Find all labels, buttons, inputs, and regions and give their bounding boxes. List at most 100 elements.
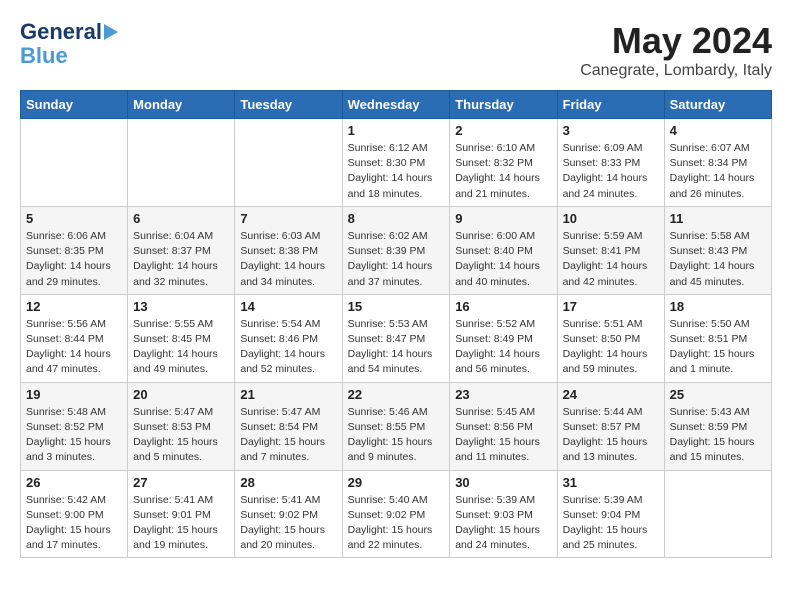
day-info: Sunrise: 5:46 AM Sunset: 8:55 PM Dayligh… <box>348 405 445 466</box>
day-info: Sunrise: 6:06 AM Sunset: 8:35 PM Dayligh… <box>26 229 122 290</box>
calendar-cell: 5 Sunrise: 6:06 AM Sunset: 8:35 PM Daylig… <box>21 206 128 294</box>
day-info: Sunrise: 6:09 AM Sunset: 8:33 PM Dayligh… <box>563 141 659 202</box>
day-number: 13 <box>133 299 229 314</box>
calendar-week-row: 26 Sunrise: 5:42 AM Sunset: 9:00 PM Dayli… <box>21 470 772 558</box>
calendar-table: SundayMondayTuesdayWednesdayThursdayFrid… <box>20 90 772 558</box>
day-info: Sunrise: 5:45 AM Sunset: 8:56 PM Dayligh… <box>455 405 551 466</box>
day-number: 26 <box>26 475 122 490</box>
day-number: 2 <box>455 123 551 138</box>
day-number: 21 <box>240 387 336 402</box>
calendar-cell: 19 Sunrise: 5:48 AM Sunset: 8:52 PM Dayli… <box>21 382 128 470</box>
day-info: Sunrise: 6:07 AM Sunset: 8:34 PM Dayligh… <box>670 141 766 202</box>
title-area: May 2024 Canegrate, Lombardy, Italy <box>580 20 772 80</box>
calendar-cell: 28Sunrise: 5:41 AM Sunset: 9:02 PM Dayli… <box>235 470 342 558</box>
calendar-cell: 12 Sunrise: 5:56 AM Sunset: 8:44 PM Dayli… <box>21 294 128 382</box>
column-header-monday: Monday <box>128 91 235 119</box>
calendar-cell: 23 Sunrise: 5:45 AM Sunset: 8:56 PM Dayli… <box>450 382 557 470</box>
day-info: Sunrise: 5:50 AM Sunset: 8:51 PM Dayligh… <box>670 317 766 378</box>
day-info: Sunrise: 6:10 AM Sunset: 8:32 PM Dayligh… <box>455 141 551 202</box>
day-number: 9 <box>455 211 551 226</box>
logo: General Blue <box>20 20 118 68</box>
day-number: 22 <box>348 387 445 402</box>
calendar-week-row: 5 Sunrise: 6:06 AM Sunset: 8:35 PM Daylig… <box>21 206 772 294</box>
location-subtitle: Canegrate, Lombardy, Italy <box>580 62 772 80</box>
day-info: Sunrise: 5:44 AM Sunset: 8:57 PM Dayligh… <box>563 405 659 466</box>
day-number: 18 <box>670 299 766 314</box>
column-header-thursday: Thursday <box>450 91 557 119</box>
calendar-cell: 8 Sunrise: 6:02 AM Sunset: 8:39 PM Daylig… <box>342 206 450 294</box>
day-info: Sunrise: 5:47 AM Sunset: 8:53 PM Dayligh… <box>133 405 229 466</box>
day-info: Sunrise: 6:00 AM Sunset: 8:40 PM Dayligh… <box>455 229 551 290</box>
calendar-cell: 29 Sunrise: 5:40 AM Sunset: 9:02 PM Dayli… <box>342 470 450 558</box>
day-number: 8 <box>348 211 445 226</box>
calendar-cell: 9 Sunrise: 6:00 AM Sunset: 8:40 PM Daylig… <box>450 206 557 294</box>
day-info: Sunrise: 5:39 AM Sunset: 9:04 PM Dayligh… <box>563 493 659 554</box>
calendar-cell: 20 Sunrise: 5:47 AM Sunset: 8:53 PM Dayli… <box>128 382 235 470</box>
calendar-cell: 25 Sunrise: 5:43 AM Sunset: 8:59 PM Dayli… <box>664 382 771 470</box>
day-info: Sunrise: 5:42 AM Sunset: 9:00 PM Dayligh… <box>26 493 122 554</box>
calendar-cell <box>664 470 771 558</box>
day-info: Sunrise: 5:55 AM Sunset: 8:45 PM Dayligh… <box>133 317 229 378</box>
column-header-saturday: Saturday <box>664 91 771 119</box>
day-number: 12 <box>26 299 122 314</box>
day-info: Sunrise: 5:52 AM Sunset: 8:49 PM Dayligh… <box>455 317 551 378</box>
column-header-sunday: Sunday <box>21 91 128 119</box>
day-info: Sunrise: 5:56 AM Sunset: 8:44 PM Dayligh… <box>26 317 122 378</box>
page-header: General Blue May 2024 Canegrate, Lombard… <box>20 20 772 80</box>
logo-text-blue: Blue <box>20 44 68 68</box>
day-number: 4 <box>670 123 766 138</box>
calendar-week-row: 19 Sunrise: 5:48 AM Sunset: 8:52 PM Dayli… <box>21 382 772 470</box>
day-number: 1 <box>348 123 445 138</box>
day-number: 3 <box>563 123 659 138</box>
calendar-cell: 13 Sunrise: 5:55 AM Sunset: 8:45 PM Dayli… <box>128 294 235 382</box>
calendar-week-row: 1Sunrise: 6:12 AM Sunset: 8:30 PM Daylig… <box>21 119 772 207</box>
calendar-cell <box>128 119 235 207</box>
day-number: 24 <box>563 387 659 402</box>
calendar-cell: 1Sunrise: 6:12 AM Sunset: 8:30 PM Daylig… <box>342 119 450 207</box>
day-number: 11 <box>670 211 766 226</box>
day-info: Sunrise: 5:39 AM Sunset: 9:03 PM Dayligh… <box>455 493 551 554</box>
day-number: 29 <box>348 475 445 490</box>
day-number: 28 <box>240 475 336 490</box>
column-header-tuesday: Tuesday <box>235 91 342 119</box>
day-number: 27 <box>133 475 229 490</box>
calendar-cell: 26 Sunrise: 5:42 AM Sunset: 9:00 PM Dayli… <box>21 470 128 558</box>
day-info: Sunrise: 6:02 AM Sunset: 8:39 PM Dayligh… <box>348 229 445 290</box>
day-info: Sunrise: 5:54 AM Sunset: 8:46 PM Dayligh… <box>240 317 336 378</box>
calendar-cell: 22 Sunrise: 5:46 AM Sunset: 8:55 PM Dayli… <box>342 382 450 470</box>
calendar-cell <box>21 119 128 207</box>
day-number: 5 <box>26 211 122 226</box>
calendar-header-row: SundayMondayTuesdayWednesdayThursdayFrid… <box>21 91 772 119</box>
day-number: 15 <box>348 299 445 314</box>
calendar-cell: 14 Sunrise: 5:54 AM Sunset: 8:46 PM Dayli… <box>235 294 342 382</box>
day-info: Sunrise: 5:43 AM Sunset: 8:59 PM Dayligh… <box>670 405 766 466</box>
day-number: 20 <box>133 387 229 402</box>
calendar-cell: 2 Sunrise: 6:10 AM Sunset: 8:32 PM Daylig… <box>450 119 557 207</box>
calendar-cell: 3 Sunrise: 6:09 AM Sunset: 8:33 PM Daylig… <box>557 119 664 207</box>
day-number: 31 <box>563 475 659 490</box>
column-header-friday: Friday <box>557 91 664 119</box>
day-number: 23 <box>455 387 551 402</box>
day-number: 16 <box>455 299 551 314</box>
calendar-cell: 15 Sunrise: 5:53 AM Sunset: 8:47 PM Dayli… <box>342 294 450 382</box>
calendar-cell: 7Sunrise: 6:03 AM Sunset: 8:38 PM Daylig… <box>235 206 342 294</box>
day-info: Sunrise: 5:53 AM Sunset: 8:47 PM Dayligh… <box>348 317 445 378</box>
month-title: May 2024 <box>580 20 772 62</box>
day-number: 25 <box>670 387 766 402</box>
calendar-cell: 27Sunrise: 5:41 AM Sunset: 9:01 PM Dayli… <box>128 470 235 558</box>
calendar-cell: 4 Sunrise: 6:07 AM Sunset: 8:34 PM Daylig… <box>664 119 771 207</box>
day-info: Sunrise: 6:03 AM Sunset: 8:38 PM Dayligh… <box>240 229 336 290</box>
day-number: 19 <box>26 387 122 402</box>
day-number: 14 <box>240 299 336 314</box>
calendar-cell: 21 Sunrise: 5:47 AM Sunset: 8:54 PM Dayli… <box>235 382 342 470</box>
day-info: Sunrise: 5:48 AM Sunset: 8:52 PM Dayligh… <box>26 405 122 466</box>
day-info: Sunrise: 5:47 AM Sunset: 8:54 PM Dayligh… <box>240 405 336 466</box>
day-info: Sunrise: 5:40 AM Sunset: 9:02 PM Dayligh… <box>348 493 445 554</box>
calendar-cell: 31 Sunrise: 5:39 AM Sunset: 9:04 PM Dayli… <box>557 470 664 558</box>
day-number: 17 <box>563 299 659 314</box>
logo-arrow-icon <box>104 24 118 40</box>
logo-text-general: General <box>20 20 102 44</box>
calendar-cell: 11Sunrise: 5:58 AM Sunset: 8:43 PM Dayli… <box>664 206 771 294</box>
day-info: Sunrise: 5:59 AM Sunset: 8:41 PM Dayligh… <box>563 229 659 290</box>
calendar-cell: 18 Sunrise: 5:50 AM Sunset: 8:51 PM Dayli… <box>664 294 771 382</box>
